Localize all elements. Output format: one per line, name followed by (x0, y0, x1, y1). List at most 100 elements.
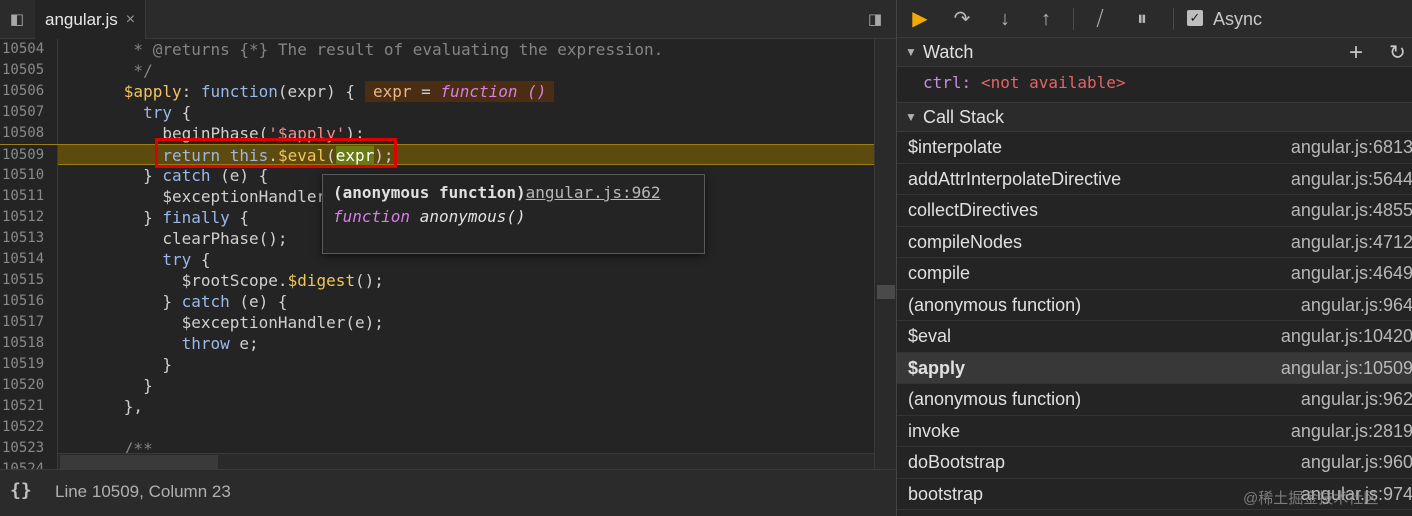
code-text: try { (162, 250, 211, 269)
call-frame-location[interactable]: angular.js:5644 (1291, 169, 1412, 190)
popover-source-link[interactable]: angular.js:962 (526, 183, 661, 202)
code-line[interactable]: 10519 } (0, 354, 874, 375)
code-line[interactable]: 10520 } (0, 375, 874, 396)
code-line[interactable]: 10521 }, (0, 396, 874, 417)
line-number[interactable]: 10509 (0, 145, 58, 166)
line-number[interactable]: 10519 (0, 354, 58, 375)
call-frame-name: (anonymous function) (908, 389, 1082, 409)
hover-popover: (anonymous function)angular.js:962 funct… (322, 174, 705, 254)
current-execution-line[interactable]: 10509 return this.$eval(expr); (0, 144, 874, 166)
line-number[interactable]: 10508 (0, 123, 58, 144)
line-number[interactable]: 10514 (0, 249, 58, 270)
line-number[interactable]: 10504 (0, 39, 58, 60)
line-number[interactable]: 10520 (0, 375, 58, 396)
resume-icon[interactable]: ▶ (907, 6, 933, 32)
code-text: } finally { (66, 208, 250, 227)
refresh-icon[interactable]: ↻ (1389, 40, 1406, 65)
code-text: try { (143, 103, 192, 122)
line-number[interactable]: 10512 (0, 207, 58, 228)
line-number[interactable]: 10511 (0, 186, 58, 207)
line-number[interactable]: 10522 (0, 417, 58, 438)
line-number[interactable]: 10505 (0, 60, 58, 81)
expand-triangle-icon[interactable]: ▼ (905, 110, 917, 124)
line-number[interactable]: 10524 (0, 459, 58, 469)
line-number[interactable]: 10521 (0, 396, 58, 417)
code-line[interactable]: 10522 (0, 417, 874, 438)
code-text: throw e; (181, 334, 259, 353)
call-frame[interactable]: $eval angular.js:10420 (897, 321, 1412, 353)
code-line[interactable]: 10506 $apply: function(expr) {expr = fun… (0, 81, 874, 102)
call-frame-location[interactable]: angular.js:10509 (1281, 358, 1412, 379)
call-frame-location[interactable]: angular.js:4855 (1291, 200, 1412, 221)
step-over-icon[interactable]: ↷ (949, 6, 975, 32)
code-text: }, (66, 397, 144, 416)
navigator-toggle-icon[interactable]: ◧ (6, 8, 28, 30)
call-frame-location[interactable]: angular.js:2819 (1291, 421, 1412, 442)
call-frame[interactable]: compile angular.js:4649 (897, 258, 1412, 290)
inline-variable-value[interactable]: expr = function () (364, 81, 555, 102)
step-out-icon[interactable]: ↑ (1033, 6, 1059, 32)
code-line[interactable]: 10518 throw e; (0, 333, 874, 354)
call-frame-location[interactable]: angular.js:4649 (1291, 263, 1412, 284)
code-line[interactable]: 10517 $exceptionHandler(e); (0, 312, 874, 333)
call-frame-location[interactable]: angular.js:6813 (1291, 137, 1412, 158)
line-number[interactable]: 10516 (0, 291, 58, 312)
file-tab-angular[interactable]: angular.js × (35, 0, 147, 39)
step-into-icon[interactable]: ↓ (992, 6, 1018, 32)
watch-expression-row[interactable]: ctrl: <not available> (897, 67, 1412, 103)
vertical-scroll-thumb[interactable] (877, 285, 895, 299)
code-line[interactable]: 10515 $rootScope.$digest(); (0, 270, 874, 291)
code-line[interactable]: 10507 try { (0, 102, 874, 123)
horizontal-scrollbar[interactable] (58, 453, 874, 469)
line-number[interactable]: 10518 (0, 333, 58, 354)
deactivate-breakpoints-icon[interactable]: ⧸ (1087, 6, 1113, 32)
line-number[interactable]: 10510 (0, 165, 58, 186)
call-frame[interactable]: invoke angular.js:2819 (897, 416, 1412, 447)
code-text: $apply: function(expr) {expr = function … (66, 81, 555, 102)
code-line[interactable]: 10516 } catch (e) { (0, 291, 874, 312)
call-frame-name: $apply (908, 357, 966, 378)
call-frame-location[interactable]: angular.js:962 (1301, 389, 1412, 410)
call-frame-location[interactable]: angular.js:964 (1301, 295, 1412, 316)
code-line[interactable]: 10508 beginPhase('$apply'); (0, 123, 874, 144)
debugger-toggle-icon[interactable]: ◨ (864, 8, 886, 30)
callstack-section-header[interactable]: ▼ Call Stack (897, 103, 1412, 132)
expand-triangle-icon[interactable]: ▼ (905, 45, 917, 59)
vertical-scrollbar[interactable] (874, 39, 896, 469)
pretty-print-button[interactable]: {} (10, 480, 32, 501)
code-editor[interactable]: 10504 * @returns {*} The result of evalu… (0, 39, 874, 469)
line-number[interactable]: 10507 (0, 102, 58, 123)
call-frame[interactable]: collectDirectives angular.js:4855 (897, 195, 1412, 227)
call-frame-location[interactable]: angular.js:10420 (1281, 326, 1412, 347)
async-label: Async (1213, 9, 1263, 29)
call-frame[interactable]: (anonymous function) angular.js:964 (897, 290, 1412, 321)
pause-on-exceptions-icon[interactable]: ⏸ (1129, 6, 1155, 32)
call-frame-name: addAttrInterpolateDirective (908, 168, 1122, 189)
line-number[interactable]: 10513 (0, 228, 58, 249)
call-frame-name: invoke (908, 420, 961, 441)
call-frame[interactable]: compileNodes angular.js:4712 (897, 227, 1412, 258)
code-line[interactable]: 10504 * @returns {*} The result of evalu… (0, 39, 874, 60)
call-frame-location[interactable]: angular.js:960 (1301, 452, 1412, 473)
watch-section-header[interactable]: ▼ Watch + ↻ (897, 38, 1412, 67)
line-number[interactable]: 10517 (0, 312, 58, 333)
line-number[interactable]: 10523 (0, 438, 58, 459)
line-number[interactable]: 10506 (0, 81, 58, 102)
call-frame[interactable]: $interpolate angular.js:6813 (897, 132, 1412, 164)
watch-title: Watch (923, 42, 974, 62)
close-tab-icon[interactable]: × (126, 11, 135, 29)
popover-body: function anonymous() (333, 207, 694, 226)
file-tab-label: angular.js (45, 9, 118, 29)
line-number[interactable]: 10515 (0, 270, 58, 291)
call-frame[interactable]: addAttrInterpolateDirective angular.js:56… (897, 164, 1412, 195)
call-frame[interactable]: (anonymous function) angular.js:962 (897, 384, 1412, 416)
call-frame-location[interactable]: angular.js:4712 (1291, 232, 1412, 253)
horizontal-scroll-thumb[interactable] (60, 455, 218, 469)
debugger-toolbar: ▶ ↷ ↓ ↑ ⧸ ⏸ ✓ Async (897, 0, 1412, 38)
code-text: $exceptionHandler(e); (66, 187, 365, 206)
async-checkbox[interactable]: ✓ (1187, 10, 1203, 26)
plus-icon[interactable]: + (1349, 39, 1363, 67)
call-frame-selected[interactable]: $apply angular.js:10509 (897, 352, 1412, 384)
call-frame[interactable]: doBootstrap angular.js:960 (897, 447, 1412, 479)
code-line[interactable]: 10505 */ (0, 60, 874, 81)
